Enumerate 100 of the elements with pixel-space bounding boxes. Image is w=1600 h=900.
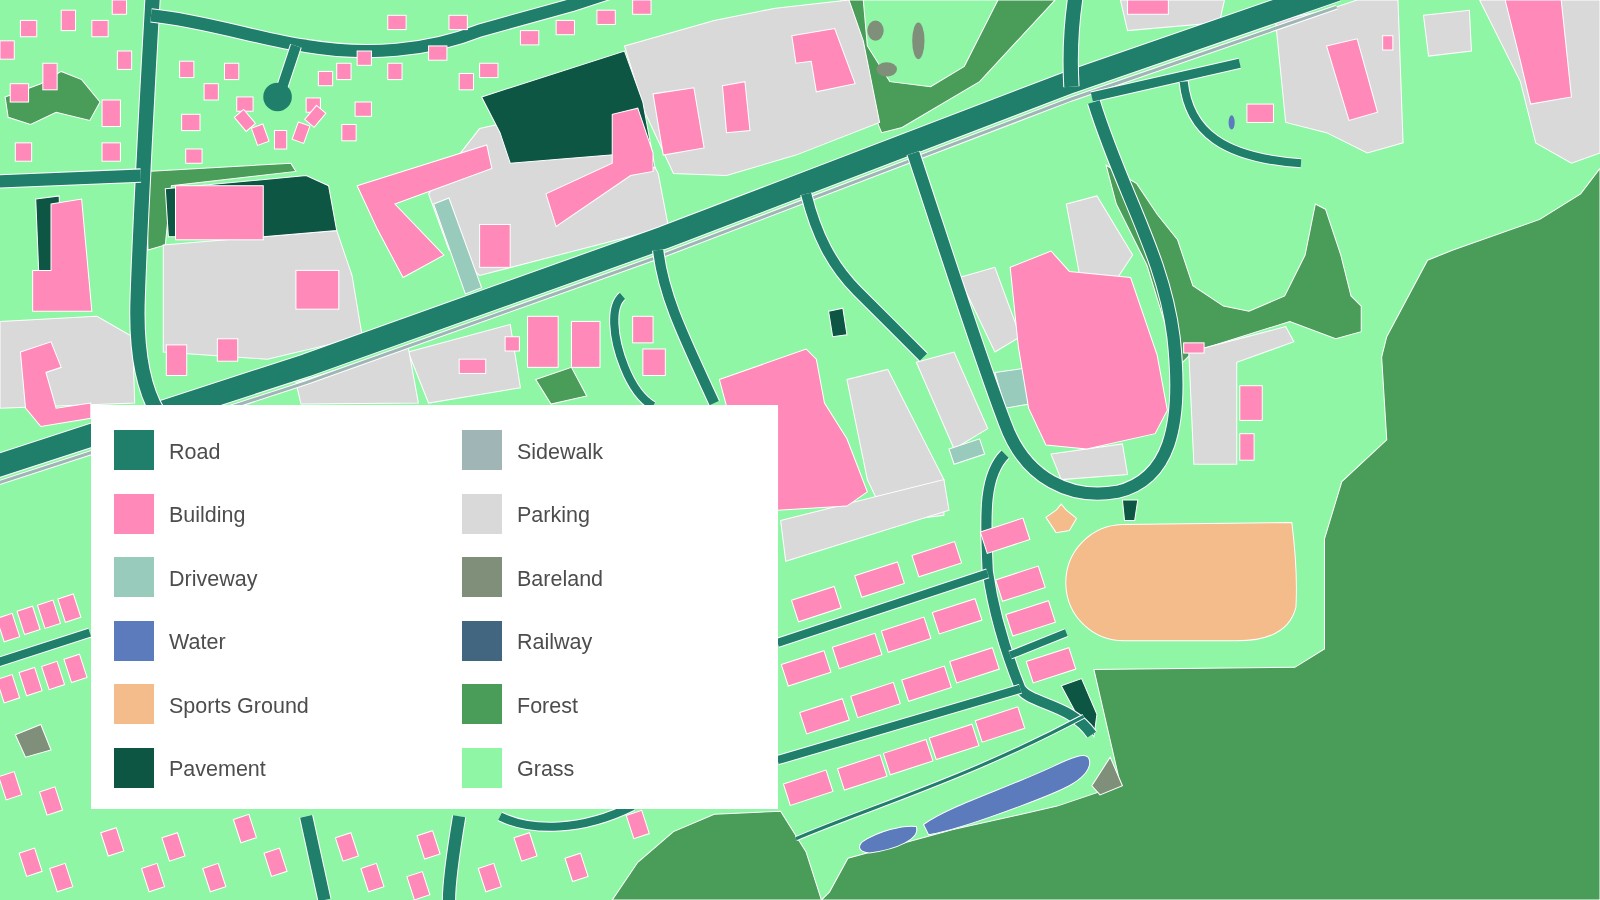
building bbox=[721, 81, 751, 134]
house bbox=[38, 786, 64, 816]
cul-de-sac bbox=[263, 82, 292, 112]
building bbox=[632, 315, 654, 344]
building bbox=[42, 62, 58, 91]
house bbox=[974, 706, 1026, 743]
pavement-area bbox=[828, 307, 848, 338]
building bbox=[428, 45, 448, 61]
house bbox=[0, 770, 23, 801]
house bbox=[63, 653, 88, 684]
building bbox=[791, 28, 856, 93]
bare-land-patch bbox=[912, 22, 925, 60]
house bbox=[928, 723, 980, 761]
building bbox=[179, 60, 195, 79]
bare-land-patch bbox=[876, 62, 897, 77]
legend-label: Sidewalk bbox=[517, 438, 604, 465]
building bbox=[116, 50, 133, 70]
house bbox=[274, 130, 288, 150]
house bbox=[979, 517, 1031, 554]
house bbox=[18, 847, 43, 878]
building bbox=[519, 30, 540, 46]
house bbox=[831, 632, 883, 670]
house bbox=[0, 612, 21, 643]
building bbox=[356, 50, 372, 66]
building bbox=[387, 14, 407, 31]
house bbox=[406, 870, 431, 900]
building bbox=[1382, 35, 1394, 51]
legend-label: Water bbox=[169, 629, 226, 655]
house bbox=[100, 827, 125, 857]
house bbox=[564, 852, 589, 883]
house bbox=[882, 738, 934, 776]
building bbox=[101, 142, 121, 162]
building bbox=[479, 62, 499, 79]
legend-label: Pavement bbox=[169, 756, 266, 782]
pond bbox=[859, 825, 918, 854]
house bbox=[1025, 647, 1077, 684]
driveway bbox=[948, 438, 986, 465]
legend-label: Forest bbox=[517, 692, 578, 719]
house bbox=[18, 666, 43, 697]
house bbox=[799, 698, 850, 735]
legend-label: Driveway bbox=[169, 565, 258, 592]
house bbox=[782, 769, 834, 807]
building bbox=[9, 83, 30, 103]
legend-label: Bareland bbox=[517, 565, 604, 592]
legend-label: Road bbox=[169, 438, 221, 465]
house bbox=[416, 830, 441, 860]
house bbox=[850, 681, 901, 719]
house bbox=[931, 598, 983, 635]
house bbox=[911, 540, 963, 578]
building bbox=[60, 9, 77, 32]
building bbox=[19, 19, 38, 38]
building bbox=[1246, 103, 1274, 123]
building bbox=[458, 358, 487, 374]
building bbox=[642, 348, 666, 376]
building bbox=[236, 96, 254, 112]
building bbox=[0, 40, 15, 60]
building bbox=[14, 142, 33, 162]
building bbox=[458, 72, 474, 91]
house bbox=[994, 565, 1046, 602]
pond bbox=[1228, 115, 1235, 130]
building bbox=[596, 9, 616, 25]
building bbox=[91, 19, 109, 38]
legend-label: Railway bbox=[517, 629, 593, 655]
legend-label: Sports Ground bbox=[169, 692, 309, 719]
pavement-area bbox=[1060, 677, 1098, 738]
building bbox=[165, 344, 188, 376]
house bbox=[16, 605, 41, 636]
house bbox=[0, 673, 21, 704]
sports-field bbox=[1045, 503, 1078, 534]
house bbox=[780, 650, 832, 687]
house bbox=[49, 862, 74, 893]
house bbox=[334, 832, 360, 862]
building bbox=[1239, 385, 1263, 421]
building bbox=[295, 269, 340, 310]
house bbox=[161, 832, 186, 862]
house bbox=[57, 593, 82, 623]
building bbox=[216, 338, 239, 362]
house bbox=[303, 104, 327, 129]
building bbox=[101, 99, 121, 128]
house bbox=[232, 813, 258, 844]
house bbox=[202, 862, 227, 893]
house bbox=[477, 862, 502, 893]
building bbox=[224, 62, 240, 81]
house bbox=[250, 123, 270, 147]
bare-land-patch bbox=[14, 723, 52, 758]
building bbox=[181, 113, 201, 132]
legend-label: Grass bbox=[517, 756, 575, 782]
building bbox=[1127, 0, 1169, 15]
house bbox=[949, 647, 1000, 684]
house bbox=[40, 660, 66, 691]
building bbox=[336, 62, 352, 81]
house bbox=[291, 121, 311, 145]
house bbox=[901, 665, 952, 702]
building bbox=[354, 101, 372, 117]
building bbox=[111, 0, 128, 15]
legend-label: Parking bbox=[517, 502, 590, 528]
house bbox=[360, 862, 385, 893]
house bbox=[790, 585, 842, 623]
building bbox=[341, 123, 357, 142]
house bbox=[1005, 600, 1057, 637]
